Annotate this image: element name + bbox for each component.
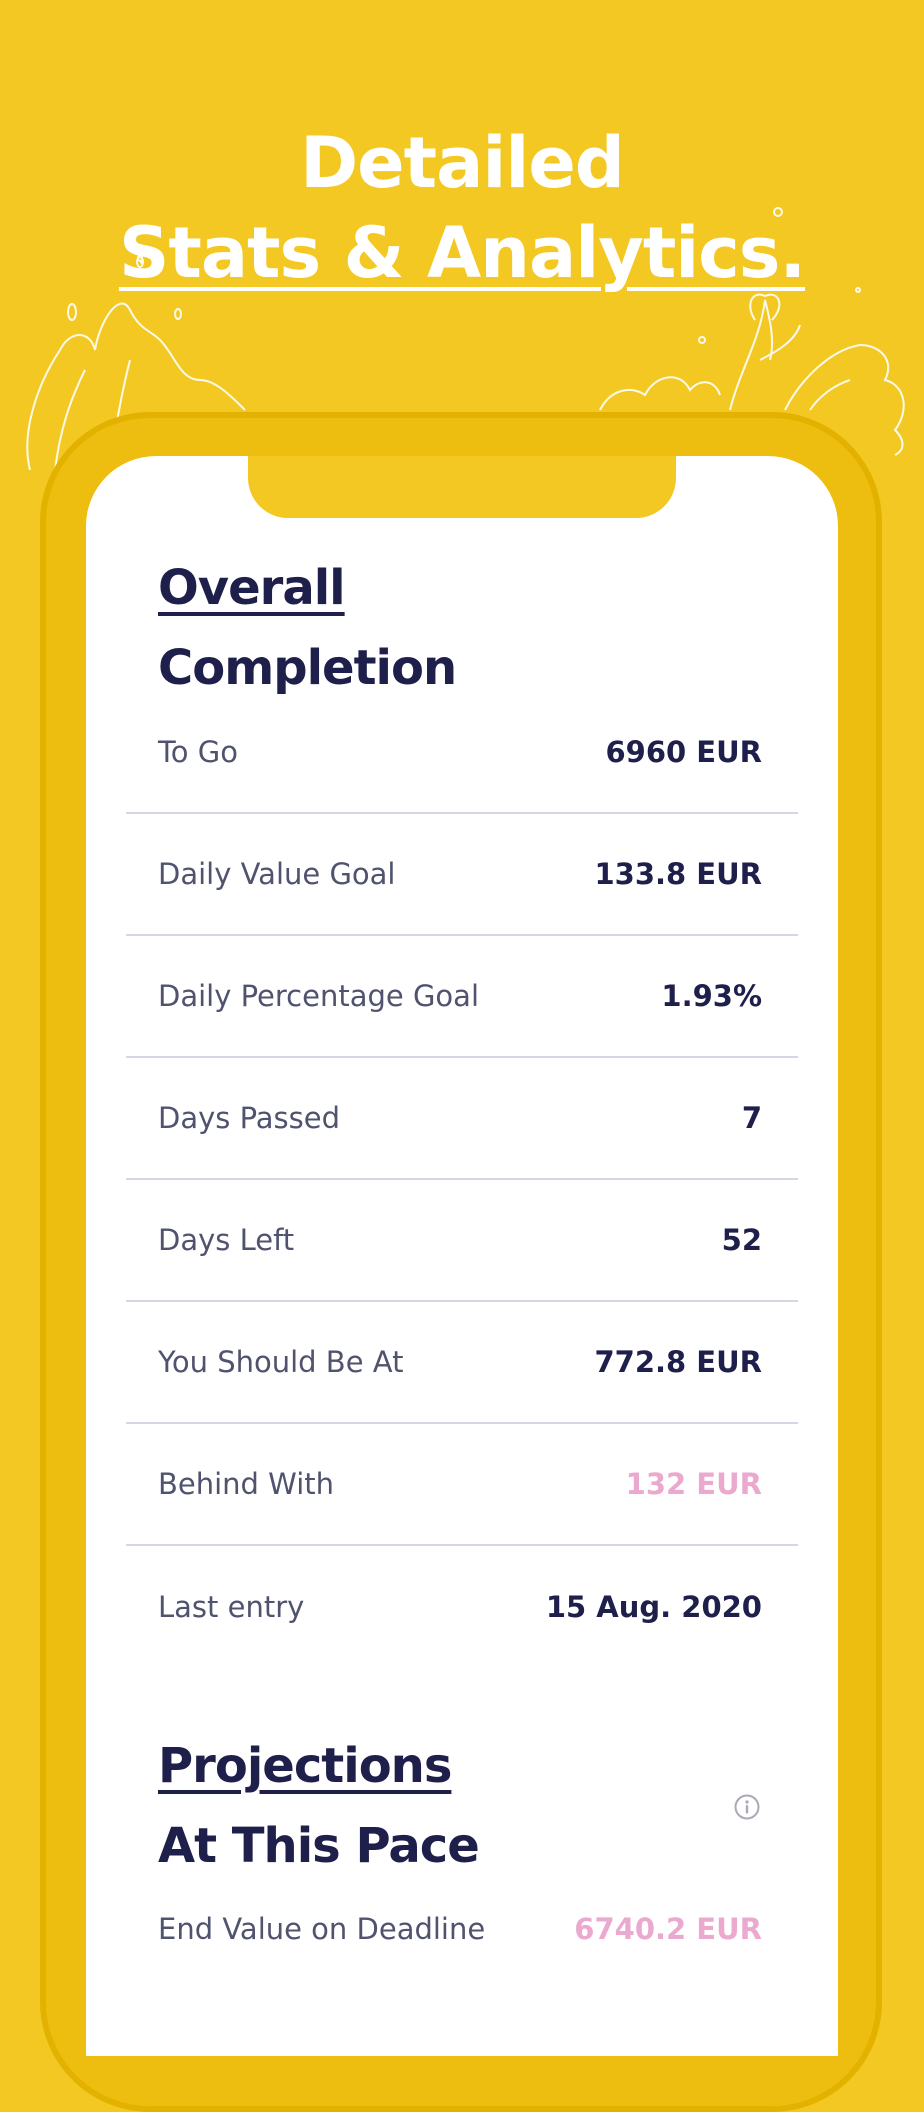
- overall-title-line-1: Overall: [158, 560, 346, 616]
- stat-label: Last entry: [158, 1590, 305, 1624]
- stat-label: To Go: [158, 735, 238, 769]
- projections-title: Projections At This Pace: [158, 1726, 480, 1886]
- stat-row-last-entry: Last entry 15 Aug. 2020: [126, 1546, 798, 1668]
- stat-value: 7: [741, 1101, 762, 1135]
- stat-row-days-left: Days Left 52: [126, 1180, 798, 1302]
- stat-value: 52: [721, 1223, 762, 1257]
- stats-content: Overall Completion To Go 6960 EUR Daily …: [86, 456, 838, 2000]
- stat-label: Daily Value Goal: [158, 857, 396, 891]
- stat-row-daily-value-goal: Daily Value Goal 133.8 EUR: [126, 814, 798, 936]
- info-icon[interactable]: [734, 1794, 760, 1820]
- stat-row-behind-with: Behind With 132 EUR: [126, 1424, 798, 1546]
- stat-row-daily-percentage-goal: Daily Percentage Goal 1.93%: [126, 936, 798, 1058]
- stat-value-projection: 6740.2 EUR: [574, 1912, 762, 1946]
- overall-completion-title: Overall Completion: [158, 548, 457, 708]
- stat-value: 772.8 EUR: [594, 1345, 762, 1379]
- stat-value-behind: 132 EUR: [625, 1467, 762, 1501]
- projection-row-end-value: End Value on Deadline 6740.2 EUR: [126, 1868, 798, 1990]
- stat-label: End Value on Deadline: [158, 1912, 486, 1946]
- stat-value: 15 Aug. 2020: [545, 1590, 762, 1624]
- stat-label: You Should Be At: [158, 1345, 404, 1379]
- stat-label: Behind With: [158, 1467, 335, 1501]
- projections-title-line-1: Projections: [158, 1738, 452, 1794]
- stat-label: Days Passed: [158, 1101, 341, 1135]
- stat-value: 1.93%: [661, 979, 762, 1013]
- stat-row-you-should-be-at: You Should Be At 772.8 EUR: [126, 1302, 798, 1424]
- stat-value: 133.8 EUR: [594, 857, 762, 891]
- stat-label: Days Left: [158, 1223, 295, 1257]
- stat-label: Daily Percentage Goal: [158, 979, 479, 1013]
- stat-row-to-go: To Go 6960 EUR: [126, 692, 798, 814]
- stat-value: 6960 EUR: [605, 735, 763, 769]
- stat-row-days-passed: Days Passed 7: [126, 1058, 798, 1180]
